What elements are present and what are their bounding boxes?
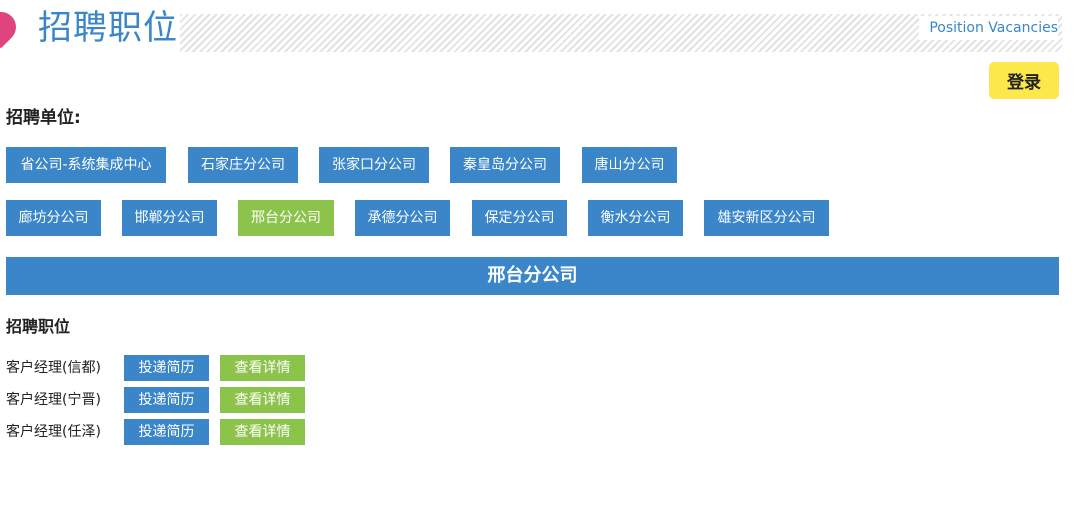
unit-button-handan[interactable]: 邯郸分公司 [122,200,217,236]
page-title: 招聘职位 [38,8,178,48]
location-pin-icon [0,5,23,49]
unit-button-shijiazhuang[interactable]: 石家庄分公司 [188,147,298,183]
units-label: 招聘单位: [6,108,81,128]
view-details-button[interactable]: 查看详情 [220,355,305,381]
unit-button-xingtai[interactable]: 邢台分公司 [238,200,334,236]
apply-resume-button[interactable]: 投递简历 [124,355,209,381]
position-row: 客户经理(宁晋) 投递简历 查看详情 [6,387,326,413]
unit-button-xiongan[interactable]: 雄安新区分公司 [704,200,829,236]
position-name: 客户经理(任泽) [6,424,101,440]
unit-button-zhangjiakou[interactable]: 张家口分公司 [319,147,429,183]
unit-button-system-integration[interactable]: 省公司-系统集成中心 [6,147,166,183]
positions-label: 招聘职位 [6,317,71,336]
view-details-button[interactable]: 查看详情 [220,387,305,413]
apply-resume-button[interactable]: 投递简历 [124,419,209,445]
page-header: 招聘职位 Position Vacancies [0,5,1080,52]
unit-button-baoding[interactable]: 保定分公司 [472,200,567,236]
view-details-button[interactable]: 查看详情 [220,419,305,445]
position-row: 客户经理(信都) 投递简历 查看详情 [6,355,326,381]
unit-button-qinhuangdao[interactable]: 秦皇岛分公司 [450,147,560,183]
unit-button-tangshan[interactable]: 唐山分公司 [582,147,677,183]
page-subtitle-en: Position Vacancies [919,16,1058,40]
page: 招聘职位 Position Vacancies 登录 招聘单位: 省公司-系统集… [0,0,1080,516]
position-name: 客户经理(信都) [6,360,101,376]
login-button[interactable]: 登录 [989,62,1059,99]
selected-unit-banner: 邢台分公司 [6,257,1059,295]
position-row: 客户经理(任泽) 投递简历 查看详情 [6,419,326,445]
unit-button-langfang[interactable]: 廊坊分公司 [6,200,101,236]
position-name: 客户经理(宁晋) [6,392,101,408]
apply-resume-button[interactable]: 投递简历 [124,387,209,413]
unit-button-chengde[interactable]: 承德分公司 [355,200,450,236]
unit-button-hengshui[interactable]: 衡水分公司 [588,200,683,236]
